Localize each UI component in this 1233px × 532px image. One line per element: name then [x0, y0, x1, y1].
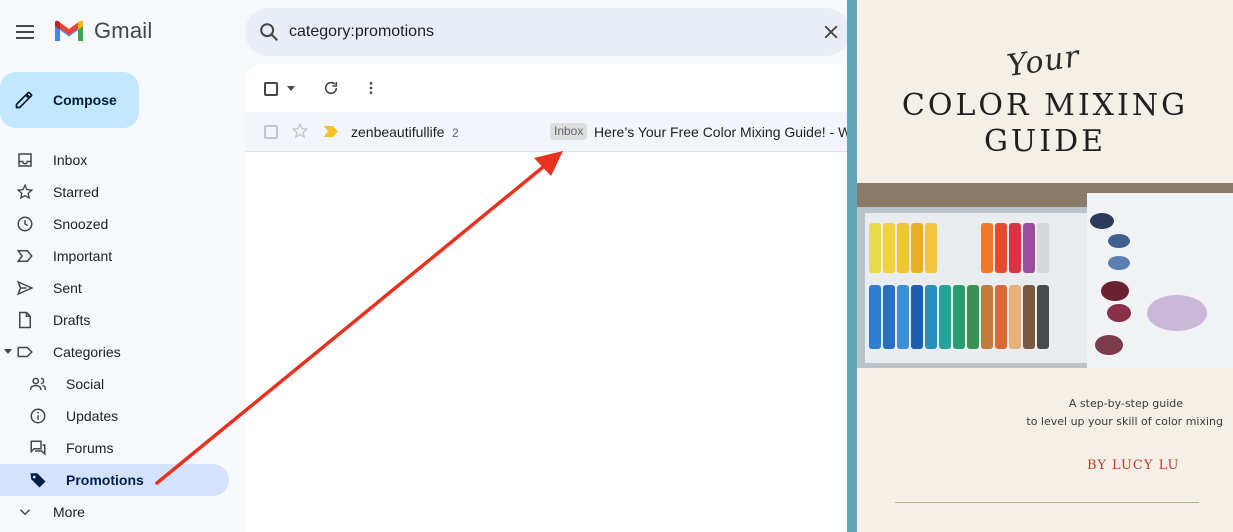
- sidebar-item-drafts[interactable]: Drafts: [0, 304, 240, 336]
- sidebar-item-label: Drafts: [53, 312, 91, 328]
- sidebar-item-forums[interactable]: Forums: [0, 432, 240, 464]
- sidebar-item-label: Promotions: [66, 472, 144, 488]
- refresh-icon[interactable]: [323, 80, 339, 96]
- mail-list: zenbeautifullife 2 Inbox Here’s Your Fre…: [245, 64, 847, 532]
- paint-tray-photo: [857, 183, 1233, 368]
- guide-title-line: COLOR MIXING: [901, 88, 1189, 123]
- inbox-label-badge: Inbox: [550, 123, 588, 140]
- sidebar-item-label: Starred: [53, 184, 99, 200]
- more-vert-icon[interactable]: [363, 80, 379, 96]
- sidebar-item-more[interactable]: More: [0, 496, 240, 528]
- sidebar-item-label: Sent: [53, 280, 82, 296]
- close-icon[interactable]: [821, 22, 841, 42]
- expand-caret-icon[interactable]: [4, 349, 12, 354]
- important-marker-icon[interactable]: [323, 125, 339, 138]
- sidebar-item-social[interactable]: Social: [0, 368, 240, 400]
- main-menu-button[interactable]: [14, 21, 36, 43]
- tag-icon: [30, 473, 46, 488]
- sidebar-item-label: More: [53, 504, 85, 520]
- guide-author: BY LUCY LU: [1087, 458, 1180, 473]
- sidebar-item-label: Categories: [53, 344, 121, 360]
- app-name: Gmail: [94, 18, 153, 43]
- sidebar-item-label: Important: [53, 248, 113, 264]
- inbox-icon: [18, 153, 32, 167]
- label-icon: [17, 346, 33, 358]
- sidebar-item-starred[interactable]: Starred: [0, 176, 240, 208]
- email-subject: Here’s Your Free Color Mixing Guide! - W: [594, 124, 847, 140]
- search-icon[interactable]: [258, 21, 280, 43]
- people-icon: [29, 377, 47, 391]
- clock-icon: [17, 216, 33, 232]
- compose-button[interactable]: Compose: [0, 72, 139, 128]
- guide-script-word: Your: [1004, 39, 1083, 84]
- table-row[interactable]: zenbeautifullife 2 Inbox Here’s Your Fre…: [245, 112, 847, 152]
- gmail-logo[interactable]: Gmail: [53, 18, 152, 44]
- sidebar-item-snoozed[interactable]: Snoozed: [0, 208, 240, 240]
- compose-label: Compose: [53, 92, 117, 108]
- guide-subtitle-line: to level up your skill of color mixing: [1026, 415, 1223, 428]
- sidebar-item-updates[interactable]: Updates: [0, 400, 240, 432]
- guide-subtitle: A step-by-step guide to level up your sk…: [1017, 395, 1223, 431]
- important-marker-icon: [16, 250, 33, 262]
- thread-count: 2: [452, 126, 459, 140]
- forum-icon: [30, 440, 46, 456]
- star-icon[interactable]: [291, 122, 309, 140]
- search-bar[interactable]: [245, 8, 850, 56]
- sidebar-nav: Inbox Starred Snoozed Important Sent Dra…: [0, 144, 240, 528]
- sidebar-item-sent[interactable]: Sent: [0, 272, 240, 304]
- sidebar-item-inbox[interactable]: Inbox: [0, 144, 240, 176]
- pencil-icon: [15, 91, 33, 109]
- select-dropdown-icon[interactable]: [287, 86, 295, 91]
- draft-icon: [19, 311, 31, 329]
- color-mixing-guide-preview: Your COLOR MIXING GUIDE A step-by-step g…: [857, 0, 1233, 532]
- guide-divider-line: [895, 502, 1199, 503]
- select-all-checkbox[interactable]: [264, 82, 278, 96]
- search-input[interactable]: [289, 20, 789, 44]
- info-icon: [30, 408, 46, 424]
- sidebar-item-label: Updates: [66, 408, 119, 424]
- send-icon: [16, 280, 34, 296]
- sidebar-item-categories[interactable]: Categories: [0, 336, 240, 368]
- sidebar-item-label: Inbox: [53, 152, 88, 168]
- mail-toolbar: [245, 64, 847, 112]
- guide-subtitle-line: A step-by-step guide: [1068, 397, 1183, 410]
- guide-title: COLOR MIXING GUIDE: [857, 88, 1233, 160]
- star-icon: [16, 183, 34, 200]
- sidebar-item-promotions[interactable]: Promotions: [0, 464, 229, 496]
- sidebar-item-label: Social: [66, 376, 105, 392]
- panel-divider: [847, 0, 857, 532]
- menu-bar: [16, 31, 34, 33]
- row-checkbox[interactable]: [264, 125, 278, 139]
- menu-bar: [16, 25, 34, 27]
- chevron-down-icon: [19, 509, 31, 516]
- gmail-logo-icon: [55, 20, 83, 41]
- guide-title-line: GUIDE: [983, 124, 1107, 159]
- sidebar-item-label: Forums: [66, 440, 114, 456]
- sender-name: zenbeautifullife: [351, 124, 445, 140]
- menu-bar: [16, 37, 34, 39]
- sidebar-item-label: Snoozed: [53, 216, 109, 232]
- sidebar-item-important[interactable]: Important: [0, 240, 240, 272]
